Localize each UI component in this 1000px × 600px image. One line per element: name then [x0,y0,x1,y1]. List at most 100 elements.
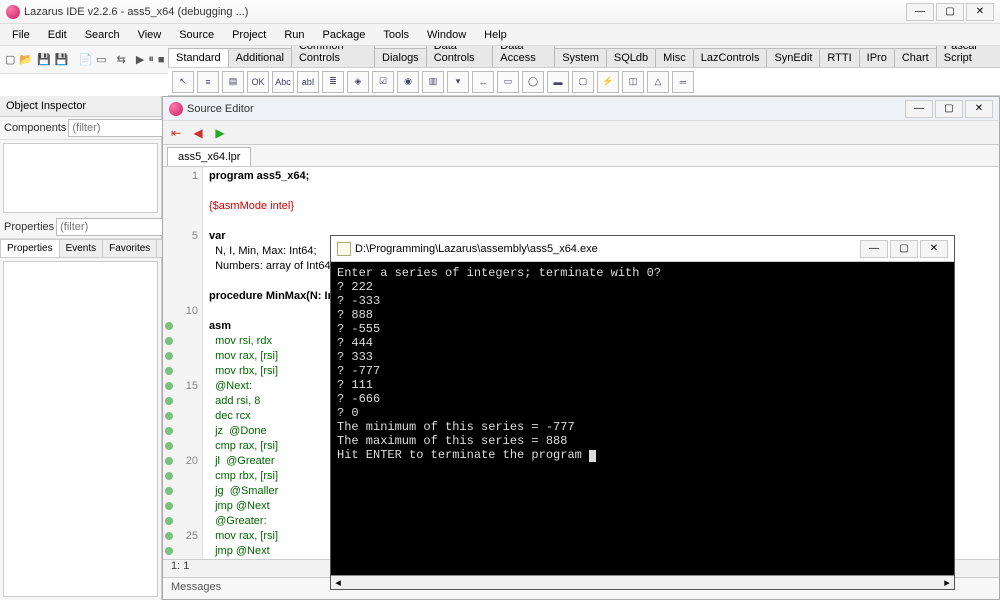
console-maximize-button[interactable]: ▢ [890,240,918,258]
component-radiogroup-icon[interactable]: ◯ [522,71,544,93]
nav-fwd-icon[interactable]: ▶ [211,124,229,142]
component-tab-data-controls[interactable]: Data Controls [426,46,494,67]
inspector-tab-favorites[interactable]: Favorites [102,239,157,257]
component-frame-icon[interactable]: ▢ [572,71,594,93]
component-listbox-icon[interactable]: ▥ [422,71,444,93]
breakpoint-marker[interactable] [165,367,173,375]
component-edit-icon[interactable]: abI [297,71,319,93]
src-maximize-button[interactable]: ▢ [935,100,963,118]
component-group-icon[interactable]: ▭ [497,71,519,93]
component-combo-icon[interactable]: ▾ [447,71,469,93]
component-button-icon[interactable]: OK [247,71,269,93]
component-tab-synedit[interactable]: SynEdit [766,48,820,67]
component-tab-additional[interactable]: Additional [228,48,292,67]
console-title: D:\Programming\Lazarus\assembly\ass5_x64… [355,243,598,255]
stop-button[interactable]: ■ [157,50,166,70]
maximize-button[interactable]: ▢ [936,3,964,21]
component-tab-misc[interactable]: Misc [655,48,694,67]
breakpoint-marker[interactable] [165,382,173,390]
component-tab-pascal-script[interactable]: Pascal Script [936,46,1000,67]
close-button[interactable]: ✕ [966,3,994,21]
component-image-icon[interactable]: ◫ [622,71,644,93]
component-memo-icon[interactable]: ≣ [322,71,344,93]
component-tab-sqldb[interactable]: SQLdb [606,48,656,67]
breakpoint-marker[interactable] [165,352,173,360]
component-popup-icon[interactable]: ▤ [222,71,244,93]
menu-project[interactable]: Project [224,26,274,44]
breakpoint-marker[interactable] [165,487,173,495]
breakpoint-marker[interactable] [165,322,173,330]
menu-source[interactable]: Source [171,26,222,44]
breakpoint-marker[interactable] [165,337,173,345]
component-tab-lazcontrols[interactable]: LazControls [693,48,768,67]
save-button[interactable]: 💾 [36,50,52,70]
inspector-tab-events[interactable]: Events [59,239,104,257]
component-toggle-icon[interactable]: ◈ [347,71,369,93]
component-action-icon[interactable]: ⚡ [597,71,619,93]
menu-window[interactable]: Window [419,26,474,44]
component-tab-system[interactable]: System [554,48,607,67]
nav-back-icon[interactable]: ◀ [189,124,207,142]
component-tree[interactable] [3,143,158,213]
property-grid[interactable] [3,261,158,597]
save-all-button[interactable]: 💾 [54,50,70,70]
component-radio-icon[interactable]: ◉ [397,71,419,93]
nav-jump-icon[interactable]: ⇤ [167,124,185,142]
tab-file[interactable]: ass5_x64.lpr [167,147,251,166]
run-button[interactable]: ▶ [135,50,145,70]
console-scrollbar[interactable]: ◂▸ [331,575,954,589]
inspector-tab-properties[interactable]: Properties [0,239,60,257]
component-tab-common-controls[interactable]: Common Controls [291,46,375,67]
ide-title: Lazarus IDE v2.2.6 - ass5_x64 (debugging… [24,6,248,18]
new-button[interactable]: ▢ [4,50,16,70]
menu-file[interactable]: File [4,26,38,44]
breakpoint-marker[interactable] [165,502,173,510]
menu-package[interactable]: Package [315,26,374,44]
component-panel-icon[interactable]: ▬ [547,71,569,93]
component-tab-data-access[interactable]: Data Access [492,46,555,67]
open-button[interactable]: 📂 [18,50,34,70]
pause-button[interactable]: ⏸ [147,50,155,70]
object-inspector: Object Inspector Components × Properties… [0,96,162,600]
source-editor-title: Source Editor [187,103,254,115]
component-tab-chart[interactable]: Chart [894,48,937,67]
breakpoint-marker[interactable] [165,457,173,465]
form-button[interactable]: ▭ [95,50,107,70]
menu-help[interactable]: Help [476,26,515,44]
component-pointer-icon[interactable]: ↖ [172,71,194,93]
unit-button[interactable]: 📄 [78,50,94,70]
console-minimize-button[interactable]: — [860,240,888,258]
src-minimize-button[interactable]: — [905,100,933,118]
src-close-button[interactable]: ✕ [965,100,993,118]
gutter[interactable]: 1 5 10 15 20 25 [163,167,203,559]
component-tab-rtti[interactable]: RTTI [819,48,859,67]
breakpoint-marker[interactable] [165,517,173,525]
component-scroll-icon[interactable]: ↔ [472,71,494,93]
console-close-button[interactable]: ✕ [920,240,948,258]
component-label-icon[interactable]: Abc [272,71,294,93]
console-output[interactable]: Enter a series of integers; terminate wi… [331,262,954,575]
component-checkbox-icon[interactable]: ☑ [372,71,394,93]
menu-run[interactable]: Run [276,26,312,44]
breakpoint-marker[interactable] [165,412,173,420]
breakpoint-marker[interactable] [165,472,173,480]
menu-view[interactable]: View [130,26,170,44]
component-tab-standard[interactable]: Standard [168,48,229,67]
component-tab-dialogs[interactable]: Dialogs [374,48,427,67]
source-tabs: ass5_x64.lpr [163,145,999,167]
exe-icon [337,242,351,256]
component-bevel-icon[interactable]: ═ [672,71,694,93]
menu-tools[interactable]: Tools [375,26,417,44]
component-tab-ipro[interactable]: IPro [859,48,895,67]
menu-edit[interactable]: Edit [40,26,75,44]
menu-search[interactable]: Search [77,26,128,44]
breakpoint-marker[interactable] [165,442,173,450]
breakpoint-marker[interactable] [165,532,173,540]
minimize-button[interactable]: — [906,3,934,21]
breakpoint-marker[interactable] [165,547,173,555]
toggle-button[interactable]: ⇆ [116,50,127,70]
component-mainmenu-icon[interactable]: ≡ [197,71,219,93]
breakpoint-marker[interactable] [165,427,173,435]
breakpoint-marker[interactable] [165,397,173,405]
component-shape-icon[interactable]: △ [647,71,669,93]
